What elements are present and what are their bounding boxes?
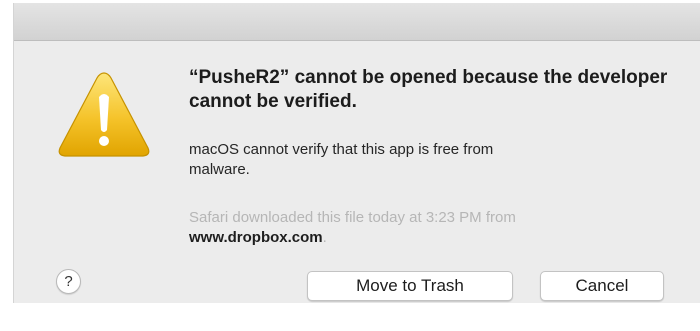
dialog-title: “PusheR2” cannot be opened because the d… bbox=[189, 67, 668, 112]
dialog-message: macOS cannot verify that this app is fre… bbox=[189, 141, 494, 178]
dialog-titlebar bbox=[14, 3, 700, 41]
move-to-trash-button[interactable]: Move to Trash bbox=[307, 271, 513, 301]
download-source-domain: www.dropbox.com bbox=[189, 229, 323, 246]
help-button[interactable]: ? bbox=[56, 269, 81, 294]
download-source-label: Safari downloaded this file today at 3:2… bbox=[189, 209, 516, 226]
alert-dialog: “PusheR2” cannot be opened because the d… bbox=[13, 3, 700, 303]
warning-triangle-icon bbox=[56, 69, 152, 159]
download-source-text: Safari downloaded this file today at 3:2… bbox=[189, 208, 669, 248]
download-source-suffix: . bbox=[322, 229, 327, 246]
cancel-button[interactable]: Cancel bbox=[540, 271, 664, 301]
